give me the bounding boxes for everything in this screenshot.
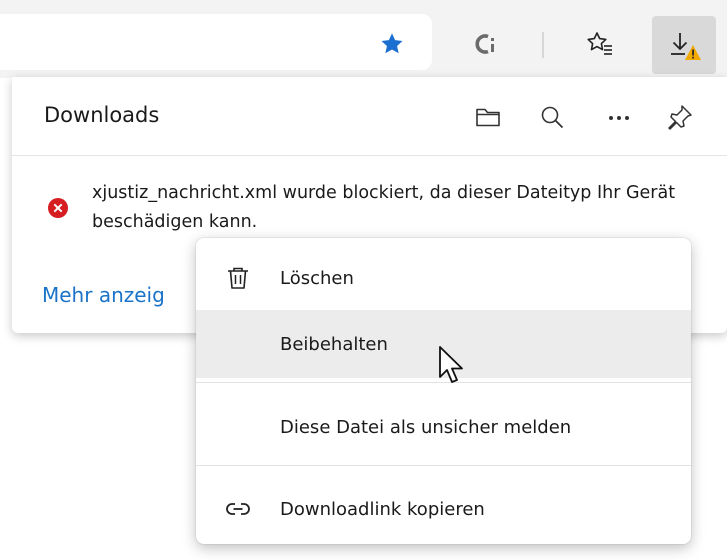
download-warning-icon [671,33,701,60]
menu-item-label: Löschen [280,267,354,289]
show-more-link[interactable]: Mehr anzeig [42,283,165,307]
ci-extension-icon[interactable] [461,20,509,68]
flyout-title: Downloads [44,103,160,127]
menu-item-label: Diese Datei als unsicher melden [280,416,572,438]
favorite-star-icon[interactable] [368,20,416,68]
mouse-cursor-icon [437,345,467,391]
menu-separator [196,465,691,466]
favorites-icon[interactable] [576,20,624,68]
pin-icon[interactable] [660,97,700,137]
toolbar-separator [542,32,544,58]
folder-icon[interactable] [468,97,508,137]
browser-toolbar [0,0,727,78]
error-icon [47,197,69,219]
search-icon[interactable] [532,97,572,137]
trash-icon [222,262,254,294]
link-icon [222,493,254,525]
menu-item-copy-link[interactable]: Downloadlink kopieren [196,475,691,543]
downloads-button[interactable] [652,16,716,74]
download-context-menu: Löschen Beibehalten Diese Datei als unsi… [196,238,691,544]
blocked-download-message: xjustiz_nachricht.xml wurde blockiert, d… [92,183,676,232]
menu-item-report-unsafe[interactable]: Diese Datei als unsicher melden [196,393,691,461]
menu-item-label: Downloadlink kopieren [280,498,485,520]
menu-item-delete[interactable]: Löschen [196,244,691,312]
menu-item-label: Beibehalten [280,333,388,355]
flyout-divider [12,155,727,156]
more-icon[interactable] [599,97,639,137]
